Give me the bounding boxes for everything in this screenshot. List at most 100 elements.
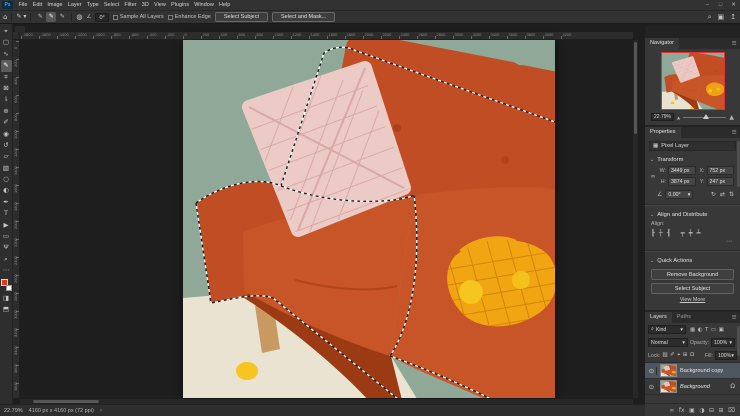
filter-smart-object-icon[interactable]: ▣ <box>719 327 724 333</box>
marquee-tool[interactable]: ▢ <box>1 37 12 48</box>
quick-mask-button[interactable]: ◨ <box>1 293 12 304</box>
lock-all-icon[interactable]: Ω <box>690 352 694 359</box>
document-tab[interactable] <box>14 25 26 32</box>
navigator-zoom-slider[interactable] <box>683 117 726 118</box>
visibility-eye-icon[interactable]: ⊙ <box>647 383 657 391</box>
width-input[interactable]: 3449 px <box>668 166 696 175</box>
menu-item[interactable]: View <box>151 2 168 8</box>
scrollbar-thumb[interactable] <box>33 400 99 403</box>
tool-preset-dropdown[interactable]: ✎ ▾ <box>16 12 26 22</box>
blend-mode-dropdown[interactable]: Normal ▾ <box>648 338 688 347</box>
lock-position-icon[interactable]: ⌖ <box>677 352 680 359</box>
group-layers-icon[interactable]: ⊟ <box>709 407 714 414</box>
filter-adjustment-icon[interactable]: ◐ <box>698 327 703 333</box>
panel-menu-icon[interactable]: ≡ <box>732 312 740 323</box>
add-to-selection-mode[interactable]: ✎ <box>46 12 56 22</box>
hand-tool[interactable]: Ψ <box>1 242 12 253</box>
y-input[interactable]: 247 px <box>707 177 735 186</box>
flip-horizontal-icon[interactable]: ⇄ <box>720 191 725 198</box>
status-chevron-icon[interactable]: › <box>100 407 102 414</box>
menu-item[interactable]: Edit <box>30 2 45 8</box>
lock-pixels-icon[interactable]: ✐ <box>670 352 675 359</box>
align-section-header[interactable]: ⌄ Align and Distribute <box>645 209 740 220</box>
crop-tool[interactable]: ⌗ <box>1 72 12 83</box>
clone-stamp-tool[interactable]: ◉ <box>1 129 12 140</box>
opacity-dropdown[interactable]: 100% ▾ <box>711 338 735 347</box>
link-layers-icon[interactable]: ∞ <box>669 407 674 414</box>
menu-item[interactable]: Select <box>101 2 121 8</box>
tab-paths[interactable]: Paths <box>672 312 696 323</box>
move-tool[interactable]: ⌖ <box>1 26 12 37</box>
menu-item[interactable]: Type <box>84 2 101 8</box>
lasso-tool[interactable]: ∿ <box>1 49 12 60</box>
filter-type-icon[interactable]: T <box>705 327 708 333</box>
adjustment-layer-icon[interactable]: ◑ <box>699 407 704 414</box>
navigator-thumbnail[interactable] <box>662 53 724 109</box>
enhance-edge-checkbox[interactable] <box>168 15 173 20</box>
menu-item[interactable]: Layer <box>65 2 84 8</box>
visibility-eye-icon[interactable]: ⊙ <box>647 367 657 375</box>
tab-properties[interactable]: Properties <box>645 127 681 138</box>
search-icon[interactable]: ⌕ <box>708 13 712 22</box>
layer-filter-dropdown[interactable]: ⌕ Kind ▾ <box>648 325 686 334</box>
pen-tool[interactable]: ✒ <box>1 197 12 208</box>
align-left-icon[interactable]: ┠ <box>651 229 655 237</box>
quick-selection-tool[interactable]: ✎ <box>1 60 12 71</box>
align-bottom-icon[interactable]: ┷ <box>697 229 701 237</box>
brush-tool[interactable]: ✐ <box>1 117 12 128</box>
zoom-in-icon[interactable]: ▲ <box>729 114 734 121</box>
sample-all-layers-checkbox[interactable] <box>113 15 118 20</box>
canvas-vertical-scrollbar[interactable] <box>633 40 638 398</box>
align-middle-icon[interactable]: ┿ <box>689 229 693 237</box>
workspace-icon[interactable]: ▣ <box>718 13 725 22</box>
filter-shape-icon[interactable]: ▭ <box>711 327 716 333</box>
rotate-icon[interactable]: ↻ <box>711 191 716 198</box>
edit-toolbar-button[interactable]: ⋯ <box>1 265 12 276</box>
select-subject-button[interactable]: Select Subject <box>215 12 268 22</box>
menu-item[interactable]: Filter <box>122 2 139 8</box>
status-zoom[interactable]: 22.79% <box>4 408 23 414</box>
scrollbar-thumb[interactable] <box>634 42 637 134</box>
menu-item[interactable]: Plugins <box>168 2 191 8</box>
enhance-edge-option[interactable]: Enhance Edge <box>168 14 211 20</box>
sofa-image[interactable] <box>183 40 555 398</box>
filter-pixel-icon[interactable]: ▦ <box>690 327 695 333</box>
panel-menu-icon[interactable]: ≡ <box>732 127 740 138</box>
tab-navigator[interactable]: Navigator <box>645 38 679 49</box>
delete-layer-icon[interactable]: ⌧ <box>728 407 735 414</box>
path-selection-tool[interactable]: ▶ <box>1 220 12 231</box>
align-right-icon[interactable]: ┨ <box>667 229 671 237</box>
shape-tool[interactable]: ▭ <box>1 231 12 242</box>
dodge-tool[interactable]: ◐ <box>1 185 12 196</box>
close-button[interactable]: ✕ <box>727 2 740 8</box>
layer-row-background-copy[interactable]: ⊙ Background copy <box>645 363 740 379</box>
menu-item[interactable]: File <box>16 2 30 8</box>
layer-name[interactable]: Background <box>680 384 710 390</box>
rotation-angle-input[interactable]: 0.00° ▾ <box>665 190 693 199</box>
eraser-tool[interactable]: ▱ <box>1 151 12 162</box>
layer-effects-icon[interactable]: fx <box>679 407 685 414</box>
screen-mode-button[interactable]: ⬒ <box>1 304 12 315</box>
flip-vertical-icon[interactable]: ⇅ <box>729 191 734 198</box>
height-input[interactable]: 3874 px <box>668 177 696 186</box>
canvas[interactable] <box>183 40 555 398</box>
transform-section-header[interactable]: ⌄ Transform <box>645 154 740 165</box>
select-and-mask-button[interactable]: Select and Mask... <box>272 12 335 22</box>
menu-item[interactable]: Window <box>192 2 217 8</box>
menu-item[interactable]: Image <box>45 2 65 8</box>
layer-row-background[interactable]: ⊙ Background Ω <box>645 379 740 395</box>
background-color-swatch[interactable] <box>6 285 12 291</box>
panel-menu-icon[interactable]: ≡ <box>732 38 740 49</box>
angle-input[interactable]: 0° <box>95 13 108 22</box>
link-dimensions-icon[interactable]: ∞ <box>649 173 657 180</box>
navigator-zoom-input[interactable]: 22.79% <box>651 113 674 121</box>
subtract-from-selection-mode[interactable]: ✎ <box>57 12 67 22</box>
gradient-tool[interactable]: ▧ <box>1 163 12 174</box>
brush-size-icon[interactable]: ◍ <box>76 12 82 22</box>
layer-thumbnail[interactable] <box>660 364 677 377</box>
quick-actions-section-header[interactable]: ⌄ Quick Actions <box>645 255 740 266</box>
history-brush-tool[interactable]: ↺ <box>1 140 12 151</box>
zoom-out-icon[interactable]: ▲ <box>677 115 680 120</box>
share-icon[interactable]: ↥ <box>730 13 736 22</box>
view-more-link[interactable]: View More <box>645 297 740 303</box>
